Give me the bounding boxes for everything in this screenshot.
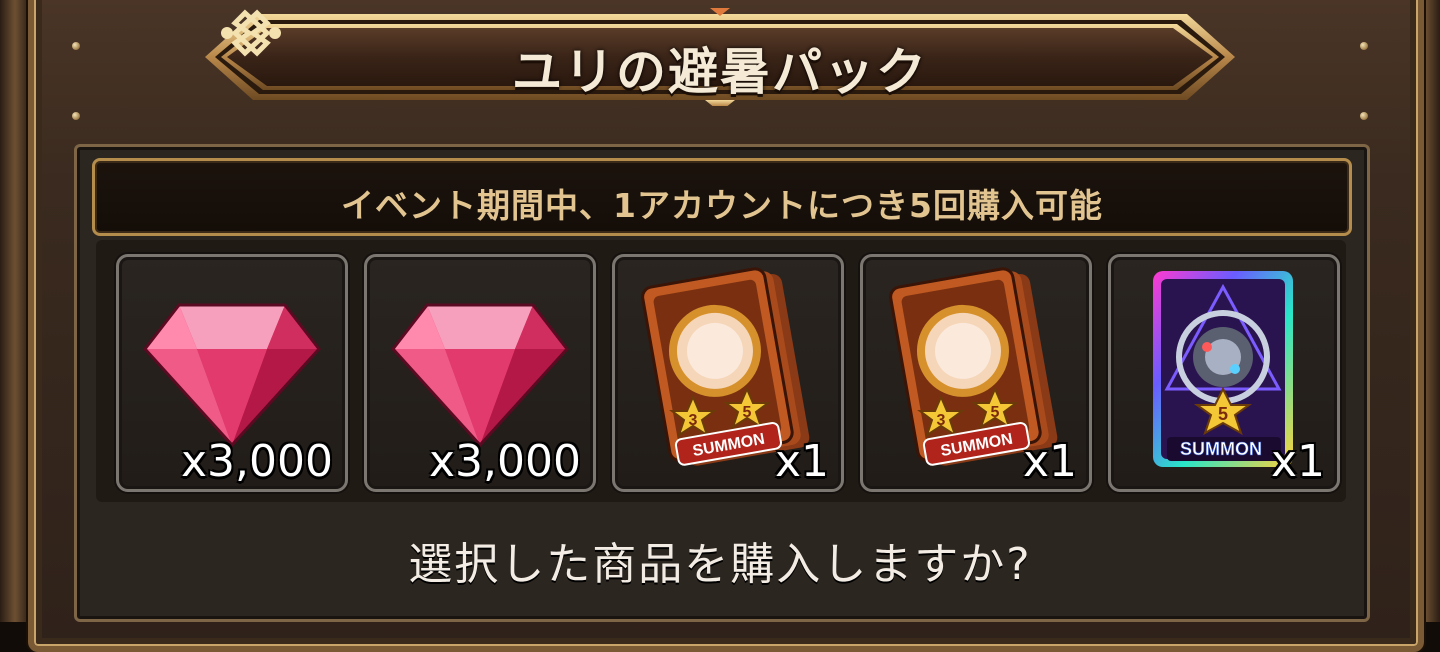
rivet [1360,112,1368,120]
rivet [1360,42,1368,50]
item-slot-gem[interactable]: x3,000 [364,254,596,492]
purchase-confirm-question: 選択した商品を購入しますか? [408,539,1032,590]
star-text: 5 [1218,404,1228,424]
star-left-text: 3 [937,412,946,429]
item-slot-summon-ticket[interactable]: 3 5 SUMMON x1 [860,254,1092,492]
item-quantity: x1 [1270,436,1325,487]
pack-title: ユリの避暑パック [512,43,928,101]
item-quantity: x1 [774,436,829,487]
item-quantity: x3,000 [180,436,333,487]
item-slot-summon-rainbow[interactable]: 5 SUMMON x1 [1108,254,1340,492]
rivet [72,42,80,50]
summon-label: SUMMON [1180,439,1262,459]
purchase-limit-notice: イベント期間中、1アカウントにつき5回購入可能 [92,158,1352,236]
title-banner: ユリの避暑パック [205,8,1235,106]
star-left-text: 3 [689,412,698,429]
item-quantity: x1 [1022,436,1077,487]
star-right-text: 5 [743,404,752,421]
notice-text: イベント期間中、1アカウントにつき5回購入可能 [341,186,1103,225]
item-slot-summon-ticket[interactable]: 3 5 SUMMON x1 [612,254,844,492]
item-slot-gem[interactable]: x3,000 [116,254,348,492]
rivet [72,112,80,120]
item-quantity: x3,000 [428,436,581,487]
star-right-text: 5 [991,404,1000,421]
